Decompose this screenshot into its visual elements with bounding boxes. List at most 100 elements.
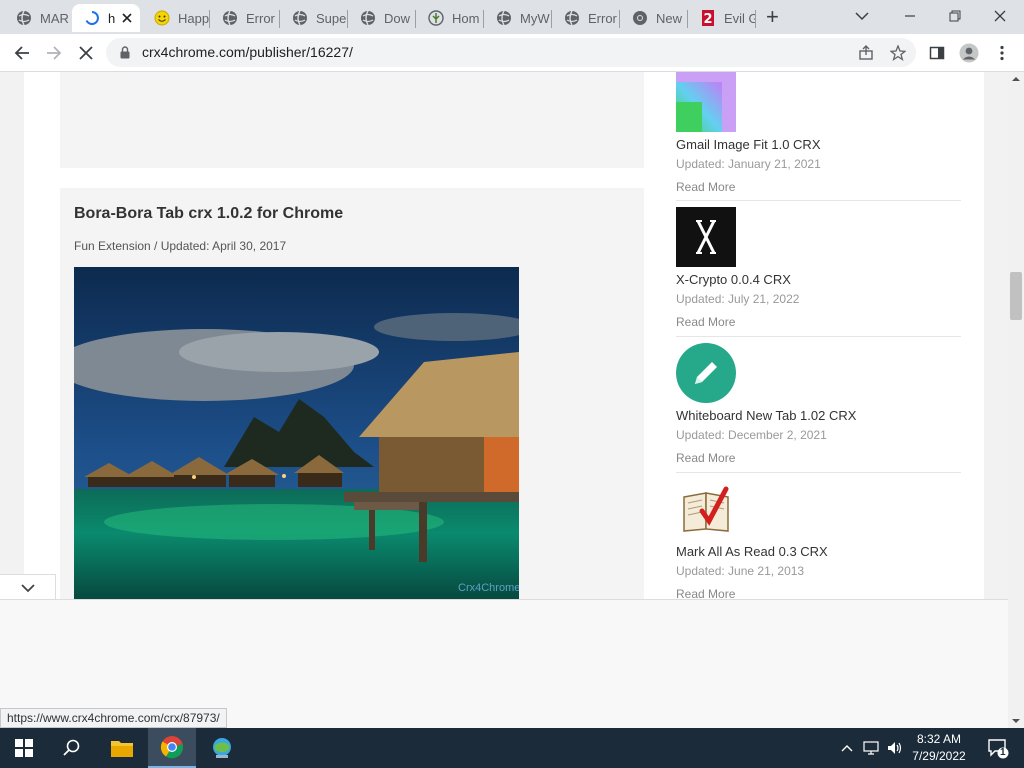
search-icon xyxy=(63,739,80,756)
read-more-link[interactable]: Read More xyxy=(676,315,961,332)
lock-icon[interactable] xyxy=(120,46,130,59)
tab-label: Happ xyxy=(178,10,210,26)
sidebar-item-gmail-image-fit[interactable]: Gmail Image Fit 1.0 CRX Updated: January… xyxy=(676,72,961,197)
volume-tray-button[interactable] xyxy=(884,728,906,768)
tab-10[interactable]: New xyxy=(620,4,688,32)
tab-9[interactable]: Error xyxy=(552,4,620,32)
taskbar-clock[interactable]: 8:32 AM 7/29/2022 xyxy=(906,731,972,765)
network-tray-button[interactable] xyxy=(860,728,882,768)
article-hero-image[interactable]: Crx4Chrome xyxy=(74,267,519,599)
loading-spinner-icon xyxy=(85,11,99,25)
chrome-icon xyxy=(633,11,647,25)
book-checkmark-icon[interactable] xyxy=(676,479,736,539)
sidebar-item-mark-all-as-read[interactable]: Mark All As Read 0.3 CRX Updated: June 2… xyxy=(676,479,961,599)
tab-label: Dow xyxy=(384,10,411,26)
url-text[interactable]: crx4chrome.com/publisher/16227/ xyxy=(142,44,353,60)
tab-2-active[interactable]: h xyxy=(72,4,140,32)
article-title[interactable]: Bora-Bora Tab crx 1.0.2 for Chrome xyxy=(74,205,343,223)
restore-icon xyxy=(949,10,961,22)
status-bar-url: https://www.crx4chrome.com/crx/87973/ xyxy=(0,708,227,728)
address-bar[interactable]: crx4chrome.com/publisher/16227/ xyxy=(106,38,916,67)
scrollbar-thumb[interactable] xyxy=(1010,272,1022,320)
start-button[interactable] xyxy=(0,728,48,768)
divider xyxy=(676,200,961,201)
globe-icon xyxy=(293,10,307,26)
windows-logo-icon xyxy=(15,739,33,757)
tab-7[interactable]: Hom xyxy=(416,4,484,32)
sidebar-item-title[interactable]: Whiteboard New Tab 1.02 CRX xyxy=(676,408,961,425)
tab-4[interactable]: Error xyxy=(210,4,280,32)
x-crypto-icon[interactable] xyxy=(676,207,736,267)
tab-6[interactable]: Dow xyxy=(348,4,416,32)
ad-placeholder-card xyxy=(60,72,644,168)
tab-label: MAR xyxy=(40,10,69,26)
divider xyxy=(676,472,961,473)
search-button[interactable] xyxy=(48,728,96,768)
stop-loading-button[interactable] xyxy=(76,43,96,63)
collapse-bar-button[interactable] xyxy=(0,574,56,599)
tab-1[interactable]: MAR xyxy=(4,4,70,32)
sidebar-item-date: Updated: July 21, 2022 xyxy=(676,292,800,306)
notifications-button[interactable]: 1 xyxy=(978,728,1018,768)
vertical-scrollbar[interactable] xyxy=(1008,72,1024,728)
sidebar-item-x-crypto[interactable]: X-Crypto 0.0.4 CRX Updated: July 21, 202… xyxy=(676,207,961,332)
kebab-menu-icon xyxy=(1000,45,1004,61)
number-2-icon: 2 xyxy=(702,10,714,26)
scroll-down-arrow-icon[interactable] xyxy=(1008,716,1024,726)
read-more-link[interactable]: Read More xyxy=(676,180,961,197)
globe-icon xyxy=(565,10,579,26)
tab-11[interactable]: 2 Evil G xyxy=(688,4,756,32)
divider xyxy=(676,336,961,337)
minimize-button[interactable] xyxy=(900,6,920,26)
arrow-right-icon xyxy=(47,46,62,60)
globe-icon xyxy=(361,10,375,26)
sidebar-item-title[interactable]: X-Crypto 0.0.4 CRX xyxy=(676,272,961,289)
close-tab-icon[interactable] xyxy=(122,13,132,23)
read-more-link[interactable]: Read More xyxy=(676,587,961,599)
restore-button[interactable] xyxy=(945,6,965,26)
sidebar-item-date: Updated: December 2, 2021 xyxy=(676,428,827,442)
new-tab-button[interactable]: + xyxy=(766,6,779,28)
sidebar-item-title[interactable]: Mark All As Read 0.3 CRX xyxy=(676,544,961,561)
profile-button[interactable] xyxy=(959,43,979,63)
tab-5[interactable]: Supe xyxy=(280,4,348,32)
side-panel-button[interactable] xyxy=(927,43,947,63)
sidebar-item-title[interactable]: Gmail Image Fit 1.0 CRX xyxy=(676,137,961,154)
taskbar-chrome[interactable] xyxy=(148,728,196,768)
tab-label: Hom xyxy=(452,10,480,26)
tab-separator xyxy=(755,10,756,28)
bookmark-star-icon[interactable] xyxy=(890,45,906,61)
forward-button[interactable] xyxy=(44,43,64,63)
back-button[interactable] xyxy=(12,43,32,63)
tab-3[interactable]: Happ xyxy=(142,4,210,32)
clock-time: 8:32 AM xyxy=(916,732,962,746)
scroll-up-arrow-icon[interactable] xyxy=(1008,74,1024,84)
sidebar-item-whiteboard-new-tab[interactable]: Whiteboard New Tab 1.02 CRX Updated: Dec… xyxy=(676,343,961,468)
pencil-icon[interactable] xyxy=(676,343,736,403)
globe-icon xyxy=(17,10,31,26)
stop-x-icon xyxy=(79,46,93,60)
read-more-link[interactable]: Read More xyxy=(676,451,961,468)
chrome-icon xyxy=(160,736,184,759)
speaker-icon xyxy=(888,742,902,754)
bora-bora-night-image: Crx4Chrome xyxy=(74,267,519,599)
taskbar-file-explorer[interactable] xyxy=(98,728,146,768)
article-meta: Fun Extension / Updated: April 30, 2017 xyxy=(74,239,287,253)
tab-8[interactable]: MyW xyxy=(484,4,552,32)
share-icon[interactable] xyxy=(858,45,874,61)
gradient-square-icon[interactable] xyxy=(676,72,736,132)
tab-label: New xyxy=(656,10,683,26)
avatar-icon xyxy=(959,43,979,63)
tab-label: Evil G xyxy=(724,10,756,26)
sidebar-item-date: Updated: January 21, 2021 xyxy=(676,157,821,171)
chevron-down-icon xyxy=(20,583,35,592)
close-window-button[interactable] xyxy=(990,6,1010,26)
minimize-icon xyxy=(905,15,915,17)
notification-count: 1 xyxy=(1000,747,1006,758)
tab-search-button[interactable] xyxy=(852,6,872,26)
taskbar-network-app[interactable] xyxy=(198,728,246,768)
show-hidden-icons-button[interactable] xyxy=(836,728,858,768)
menu-button[interactable] xyxy=(992,43,1012,63)
browser-toolbar: crx4chrome.com/publisher/16227/ xyxy=(0,34,1024,72)
tab-label: MyW xyxy=(520,10,550,26)
